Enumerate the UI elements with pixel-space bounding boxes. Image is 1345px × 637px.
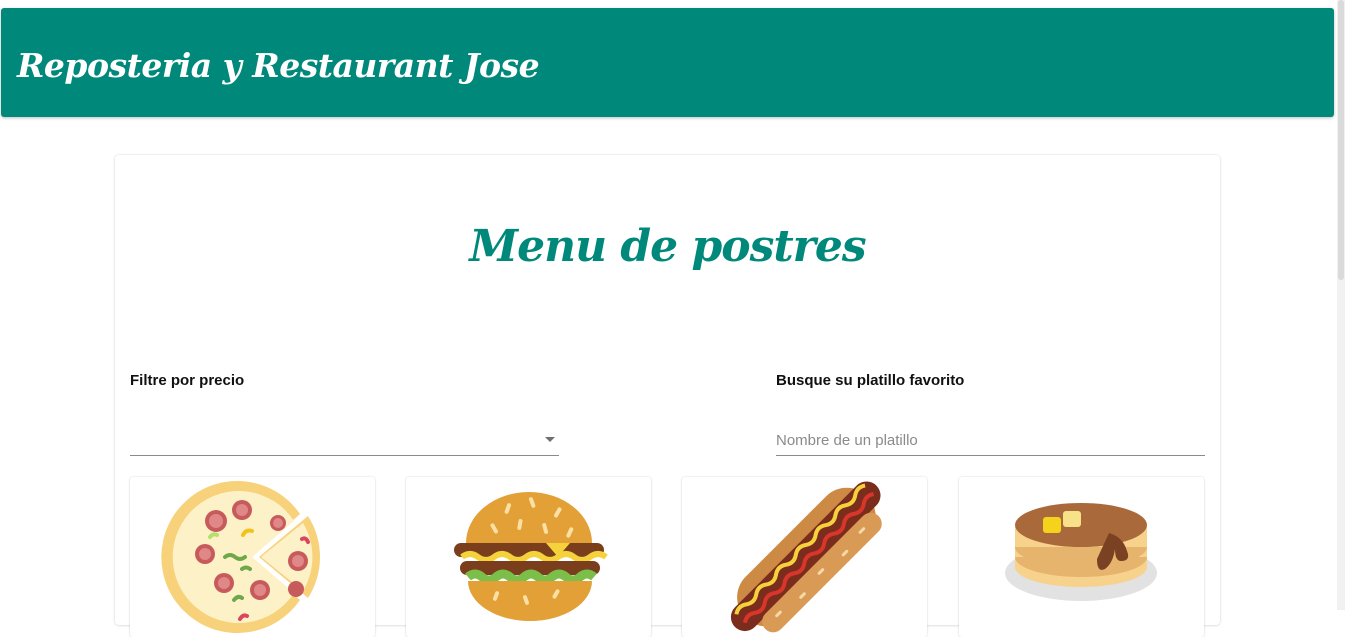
menu-card: Menu de postres Filtre por precio Busque… bbox=[115, 155, 1220, 637]
dish-card-hamburger[interactable] bbox=[406, 477, 651, 637]
price-filter-select[interactable] bbox=[130, 425, 559, 456]
dish-card-pizza[interactable] bbox=[130, 477, 375, 637]
price-filter-label: Filtre por precio bbox=[130, 372, 245, 389]
dish-card-hot-dog[interactable] bbox=[682, 477, 927, 637]
pizza-icon bbox=[161, 481, 321, 633]
search-label: Busque su platillo favorito bbox=[776, 372, 965, 389]
scrollbar[interactable] bbox=[1337, 0, 1345, 610]
dish-card-pancakes[interactable] bbox=[959, 477, 1204, 637]
pancakes-icon bbox=[1005, 503, 1157, 601]
dish-search-input[interactable] bbox=[776, 425, 1205, 456]
scrollbar-thumb[interactable] bbox=[1338, 0, 1344, 280]
menu-title: Menu de postres bbox=[469, 221, 866, 272]
hamburger-icon bbox=[454, 492, 608, 621]
chevron-down-icon bbox=[545, 437, 555, 442]
app-header: Reposteria y Restaurant Jose bbox=[1, 8, 1334, 117]
hot-dog-icon bbox=[730, 481, 882, 633]
app-title: Reposteria y Restaurant Jose bbox=[17, 46, 540, 85]
